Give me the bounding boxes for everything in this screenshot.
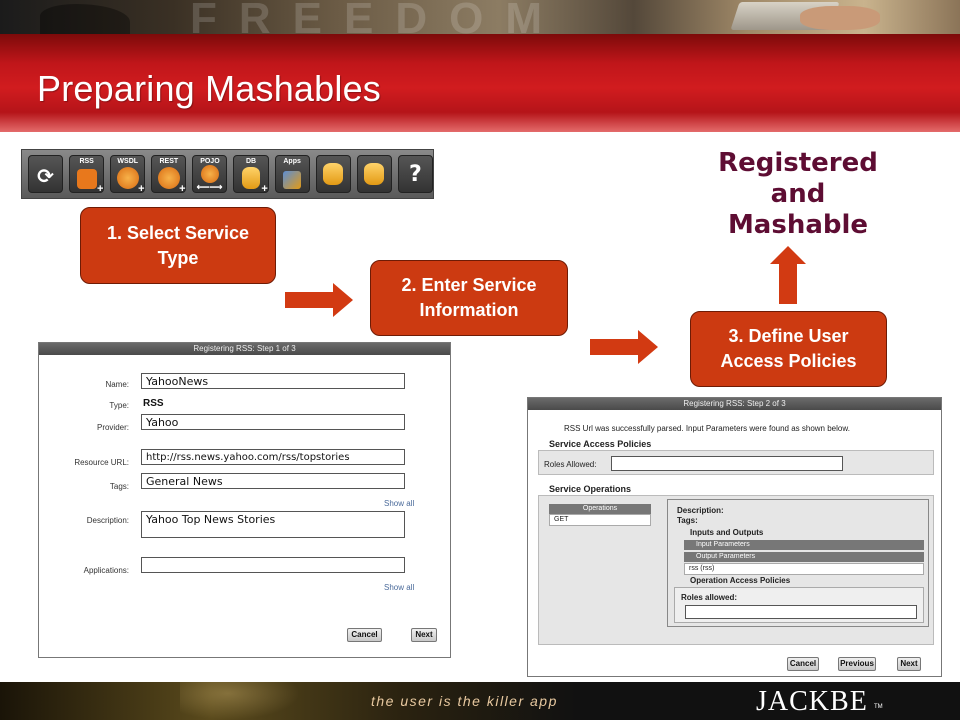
rss-icon: [76, 169, 97, 189]
right-arrow-icon: [285, 283, 353, 317]
access-policies-heading: Service Access Policies: [549, 439, 652, 449]
rest-label: REST: [159, 158, 179, 165]
plus-icon: +: [179, 183, 186, 195]
cancel-button[interactable]: Cancel: [347, 628, 382, 642]
rss-button[interactable]: RSS +: [69, 155, 105, 195]
provider-field[interactable]: Yahoo: [141, 414, 405, 430]
header-banner-photo: FREEDOM: [0, 0, 960, 43]
db-label: DB: [245, 158, 257, 165]
right-arrow-icon: [590, 330, 658, 364]
footer-tagline: the user is the killer app: [371, 693, 558, 709]
mashable-line: Mashable: [727, 210, 869, 240]
apps-label: Apps: [283, 158, 301, 165]
plus-icon: +: [96, 183, 104, 195]
resource-url-label: Resource URL:: [74, 458, 129, 467]
description-field[interactable]: Yahoo Top News Stories: [141, 511, 405, 538]
trademark-mark: TM: [874, 704, 883, 710]
slide: FREEDOM Preparing Mashables ⟳ RSS + WSDL…: [0, 0, 960, 720]
double-arrow-icon: ⟵⟶: [196, 182, 223, 192]
show-all-link[interactable]: Show all: [384, 583, 414, 592]
service-operations-heading: Service Operations: [549, 484, 632, 494]
registered-and-mashable-label: Registered and Mashable: [713, 148, 883, 241]
plus-icon: +: [138, 183, 145, 195]
provider-label: Provider:: [96, 423, 129, 432]
operation-access-policies-label: Operation Access Policies: [690, 576, 791, 585]
cancel-button[interactable]: Cancel: [787, 657, 819, 671]
slide-title: Preparing Mashables: [37, 68, 381, 109]
next-button[interactable]: Next: [897, 657, 921, 671]
parse-success-message: RSS Url was successfully parsed. Input P…: [564, 424, 850, 433]
name-field[interactable]: YahooNews: [141, 373, 405, 389]
dialog-title: Registering RSS: Step 2 of 3: [528, 398, 941, 410]
refresh-icon: ⟳: [37, 164, 54, 188]
db-settings-icon: [323, 163, 344, 185]
output-parameters-bar[interactable]: Output Parameters: [684, 552, 924, 562]
access-policies-panel: Roles Allowed:: [538, 450, 934, 475]
register-rss-step2-dialog: Registering RSS: Step 2 of 3 RSS Url was…: [527, 397, 942, 677]
hand-image: [800, 6, 880, 30]
step-2-box: 2. Enter Service Information: [370, 260, 568, 336]
help-icon: ?: [409, 162, 422, 187]
tags-field[interactable]: General News: [141, 473, 405, 489]
tags-label: Tags:: [109, 482, 129, 491]
pojo-icon: [200, 165, 219, 183]
input-parameters-bar[interactable]: Input Parameters: [684, 540, 924, 550]
type-value: RSS: [143, 398, 164, 409]
db-check-icon: [364, 163, 385, 185]
plus-icon: +: [261, 183, 268, 195]
resource-url-field[interactable]: http://rss.news.yahoo.com/rss/topstories: [141, 449, 405, 465]
help-button[interactable]: ?: [397, 155, 433, 193]
footer-bar: the user is the killer app JACKBE TM: [0, 682, 960, 720]
tags-label: Tags:: [677, 516, 698, 525]
next-button[interactable]: Next: [411, 628, 437, 642]
show-all-link[interactable]: Show all: [384, 499, 414, 508]
db-settings-button[interactable]: [315, 155, 351, 193]
refresh-button[interactable]: ⟳: [28, 155, 64, 193]
registered-line: Registered: [718, 148, 878, 178]
roles-allowed-lower-label: Roles allowed:: [681, 593, 738, 602]
wsdl-button[interactable]: WSDL +: [110, 155, 146, 195]
operations-column-header: Operations: [549, 504, 651, 514]
runner-silhouette: [40, 4, 130, 34]
applications-field[interactable]: [141, 557, 405, 573]
apps-icon: [283, 171, 302, 189]
title-bar: Preparing Mashables: [0, 34, 960, 132]
inputs-outputs-label: Inputs and Outputs: [690, 528, 764, 537]
footer-photo: [180, 682, 300, 720]
wsdl-label: WSDL: [117, 158, 139, 165]
type-label: Type:: [109, 401, 129, 410]
roles-allowed-field[interactable]: [611, 456, 843, 471]
operation-roles-field[interactable]: [685, 605, 917, 619]
step-1-box: 1. Select Service Type: [80, 207, 276, 284]
roles-allowed-label: Roles Allowed:: [544, 460, 597, 469]
pojo-button[interactable]: POJO ⟵⟶: [192, 155, 228, 193]
rss-label: RSS: [79, 158, 94, 165]
step-3-box: 3. Define User Access Policies: [690, 311, 887, 387]
output-value-row: rss (rss): [684, 563, 924, 575]
description-label: Description:: [677, 506, 724, 515]
apps-button[interactable]: Apps: [274, 155, 310, 193]
database-icon: [242, 167, 261, 189]
applications-label: Applications:: [83, 566, 129, 575]
operation-get-row[interactable]: GET: [549, 514, 651, 526]
service-type-toolbar: ⟳ RSS + WSDL + REST + POJO ⟵⟶ DB + Apps: [21, 149, 434, 199]
pojo-label: POJO: [200, 158, 220, 165]
operation-roles-panel: Roles allowed:: [674, 587, 924, 623]
operation-details-panel: Description: Tags: Inputs and Outputs In…: [667, 499, 929, 627]
service-operations-panel: Operations GET Description: Tags: Inputs…: [538, 495, 934, 645]
rest-button[interactable]: REST +: [151, 155, 187, 195]
register-rss-step1-dialog: Registering RSS: Step 1 of 3 Name: Yahoo…: [38, 342, 451, 658]
description-label: Description:: [86, 516, 129, 525]
dialog-title: Registering RSS: Step 1 of 3: [39, 343, 450, 355]
db-check-button[interactable]: [356, 155, 392, 193]
db-button[interactable]: DB +: [233, 155, 269, 195]
jackbe-logo: JACKBE: [756, 686, 868, 717]
previous-button[interactable]: Previous: [838, 657, 876, 671]
up-arrow-icon: [770, 246, 806, 304]
name-label: Name:: [105, 380, 129, 389]
and-line: and: [770, 179, 826, 209]
